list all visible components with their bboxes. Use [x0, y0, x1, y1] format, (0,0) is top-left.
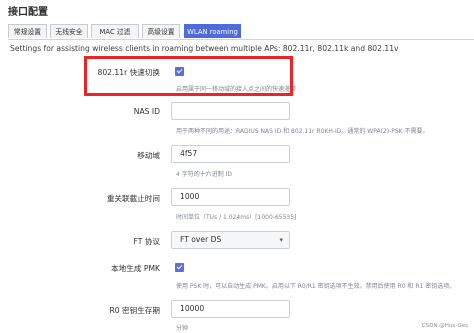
ft-protocol-value: FT over DS — [180, 235, 222, 244]
chevron-down-icon: ▾ — [279, 236, 283, 244]
page-title: 接口配置 — [8, 7, 48, 18]
section-description: Settings for assisting wireless clients … — [10, 44, 399, 53]
r0-key-lifetime-label: R0 密钥生存期 — [109, 306, 161, 315]
pmk-local-checkbox[interactable] — [175, 263, 184, 272]
tab-advanced[interactable]: 高级设置 — [142, 24, 180, 38]
ft-protocol-label: FT 协议 — [133, 237, 160, 246]
watermark: CSDN @Hus-Ges — [421, 323, 468, 329]
reassoc-deadline-input[interactable]: 1000 — [171, 188, 290, 206]
highlight-box — [84, 56, 293, 96]
pmk-local-help: 使用 PSK 时，可以自动生成 PMK。启用以下 R0/R1 密钥选项不生效。禁… — [176, 283, 456, 290]
r0-key-lifetime-help: 分钟 — [176, 325, 189, 332]
mobility-domain-help: 4 字符的十六进制 ID — [176, 171, 233, 178]
tab-bar: 常规设置 无线安全 MAC 过滤 高级设置 WLAN roaming — [8, 24, 474, 40]
nas-id-input[interactable] — [171, 102, 290, 120]
r0-key-lifetime-input[interactable]: 10000 — [171, 300, 290, 318]
tab-general[interactable]: 常规设置 — [8, 24, 47, 38]
mobility-domain-input[interactable]: 4f57 — [171, 145, 290, 163]
tab-mac-filter[interactable]: MAC 过滤 — [91, 24, 139, 38]
reassoc-deadline-help: 时间单位（TUs / 1.024ms）[1000-65535] — [176, 214, 297, 221]
tab-wlan-roaming[interactable]: WLAN roaming — [184, 24, 241, 38]
mobility-domain-label: 移动域 — [137, 151, 160, 160]
nas-id-help: 用于两种不同的用途：RADIUS NAS ID 和 802.11r R0KH-I… — [176, 128, 429, 135]
reassoc-deadline-label: 重关联截止时间 — [106, 194, 160, 203]
nas-id-label: NAS ID — [133, 107, 160, 116]
tab-wireless-security[interactable]: 无线安全 — [50, 24, 88, 38]
pmk-local-label: 本地生成 PMK — [111, 264, 160, 273]
ft-protocol-select[interactable]: FT over DS ▾ — [171, 231, 290, 249]
